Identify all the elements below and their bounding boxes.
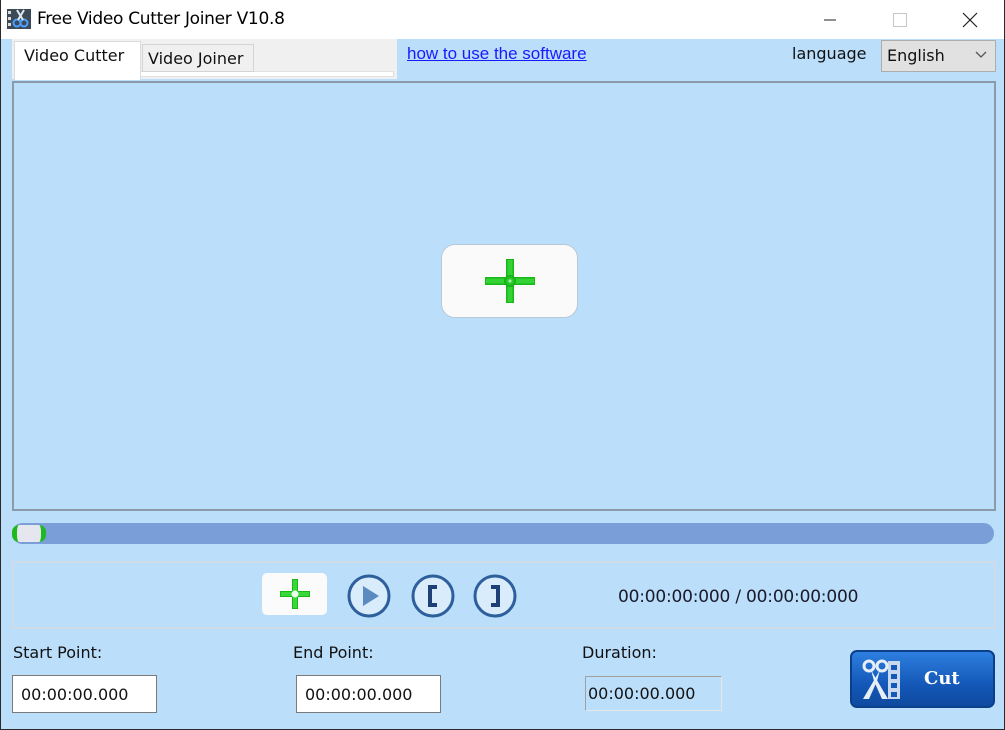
play-icon	[347, 574, 391, 618]
close-button[interactable]	[947, 0, 993, 39]
title-bar: Free Video Cutter Joiner V10.8	[1, 0, 1004, 39]
set-start-button[interactable]	[411, 574, 455, 618]
cut-button[interactable]: Cut	[850, 650, 995, 708]
chevron-down-icon	[975, 51, 987, 58]
green-plus-icon	[279, 579, 310, 609]
maximize-icon	[893, 12, 907, 27]
window-title: Free Video Cutter Joiner V10.8	[37, 9, 285, 29]
minimize-icon	[824, 19, 836, 20]
scissors-film-icon	[862, 659, 900, 699]
language-select[interactable]: English	[881, 40, 996, 72]
tab-video-joiner[interactable]: Video Joiner	[142, 44, 254, 72]
tab-video-cutter[interactable]: Video Cutter	[14, 41, 141, 80]
green-plus-icon	[484, 259, 535, 303]
add-video-button[interactable]	[441, 244, 578, 318]
language-selected-value: English	[887, 46, 945, 65]
start-point-input[interactable]	[12, 675, 157, 713]
duration-label: Duration:	[582, 643, 657, 662]
language-label: language	[792, 44, 867, 63]
seek-slider-handle[interactable]	[12, 525, 46, 542]
playback-time-display: 00:00:00:000 / 00:00:00:000	[618, 587, 859, 607]
app-window: Free Video Cutter Joiner V10.8 Video Cut…	[0, 0, 1005, 730]
seek-slider[interactable]	[12, 523, 994, 544]
start-point-label: Start Point:	[13, 643, 103, 662]
app-logo-icon	[7, 9, 31, 29]
add-file-button[interactable]	[262, 573, 327, 615]
tab-strip: Video Cutter Video Joiner	[12, 39, 397, 80]
set-end-button[interactable]	[473, 574, 517, 618]
playback-controls: 00:00:00:000 / 00:00:00:000	[12, 561, 996, 629]
end-point-label: End Point:	[293, 643, 374, 662]
minimize-button[interactable]	[807, 0, 853, 39]
help-link[interactable]: how to use the software	[407, 44, 587, 64]
bracket-close-icon	[473, 574, 517, 618]
play-button[interactable]	[347, 574, 391, 618]
video-preview-area[interactable]	[12, 81, 996, 511]
end-point-input[interactable]	[296, 675, 441, 713]
close-icon	[962, 12, 978, 27]
maximize-button[interactable]	[877, 0, 923, 39]
bracket-open-icon	[411, 574, 455, 618]
duration-field	[585, 676, 722, 711]
cut-button-label: Cut	[924, 668, 960, 689]
